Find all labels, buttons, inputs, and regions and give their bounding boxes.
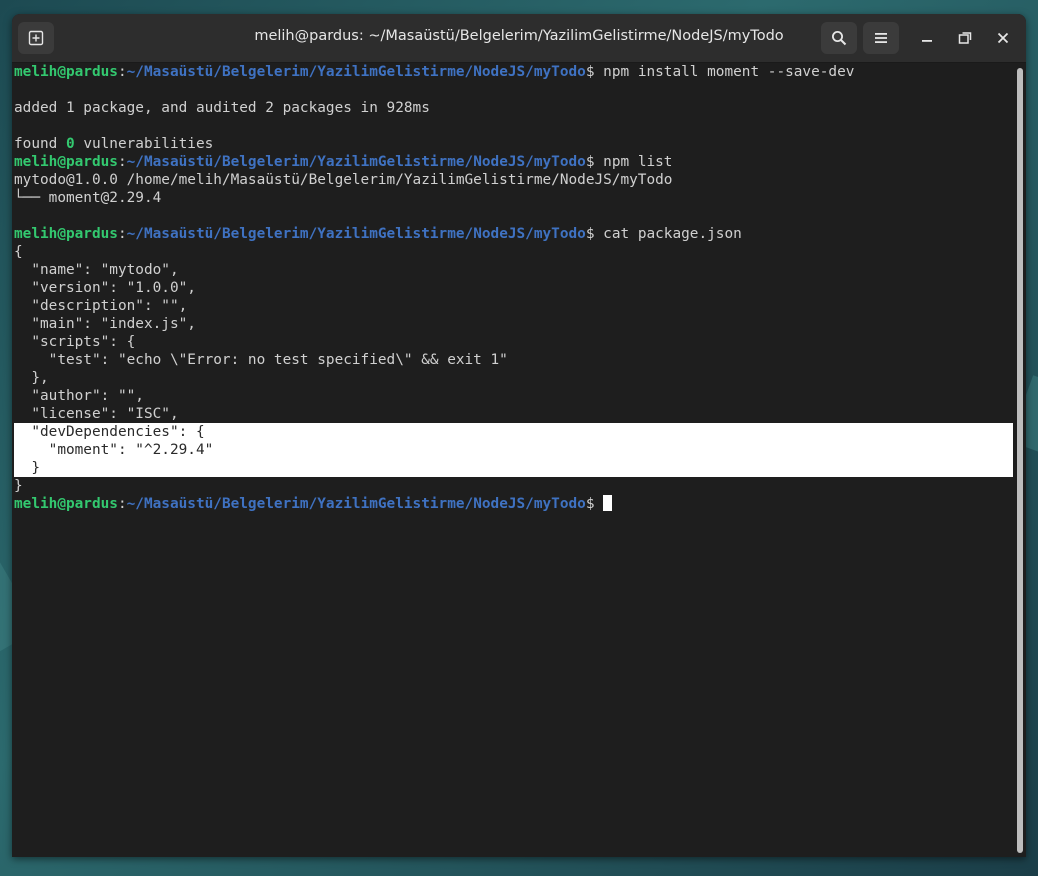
prompt-dollar: $ (585, 154, 595, 170)
prompt-path: ~/Masaüstü/Belgelerim/YazilimGelistirme/… (126, 64, 586, 80)
search-button[interactable] (821, 22, 857, 54)
output-line: added 1 package, and audited 2 packages … (14, 100, 430, 116)
prompt-dollar: $ (585, 496, 595, 512)
prompt-user: melih@pardus (14, 64, 118, 80)
prompt-line: melih@pardus:~/Masaüstü/Belgelerim/Yazil… (14, 63, 854, 81)
close-button[interactable] (987, 22, 1019, 54)
maximize-button[interactable] (949, 22, 981, 54)
new-tab-button[interactable] (18, 22, 54, 54)
search-icon (832, 31, 847, 46)
output-line: found 0 vulnerabilities (14, 135, 213, 153)
titlebar: melih@pardus: ~/Masaüstü/Belgelerim/Yazi… (12, 14, 1026, 63)
prompt-dollar: $ (585, 226, 595, 242)
prompt-user: melih@pardus (14, 496, 118, 512)
close-icon (997, 32, 1009, 44)
json-line-selected: "moment": "^2.29.4" (14, 442, 214, 458)
vulnerability-count: 0 (65, 136, 75, 152)
command-input[interactable] (595, 496, 604, 512)
command-text: npm install moment --save-dev (594, 64, 855, 80)
output-line: └── moment@2.29.4 (14, 190, 162, 206)
json-line: } (14, 478, 23, 494)
prompt-line: melih@pardus:~/Masaüstü/Belgelerim/Yazil… (14, 225, 742, 243)
terminal-window: melih@pardus: ~/Masaüstü/Belgelerim/Yazi… (12, 14, 1026, 857)
json-line: "description": "", (14, 298, 188, 314)
found-prefix: found (14, 136, 66, 152)
prompt-path: ~/Masaüstü/Belgelerim/YazilimGelistirme/… (126, 496, 586, 512)
output-line: mytodo@1.0.0 /home/melih/Masaüstü/Belgel… (14, 172, 673, 188)
prompt-separator: : (117, 64, 127, 80)
scrollbar[interactable] (1015, 64, 1025, 856)
minimize-button[interactable] (911, 22, 943, 54)
prompt-separator: : (117, 154, 127, 170)
json-line: "author": "", (14, 388, 144, 404)
json-line-selected: "devDependencies": { (14, 424, 205, 440)
command-text: npm list (594, 154, 673, 170)
menu-button[interactable] (863, 22, 899, 54)
json-line: "name": "mytodo", (14, 262, 179, 278)
json-line: "version": "1.0.0", (14, 280, 196, 296)
prompt-separator: : (117, 496, 127, 512)
prompt-path: ~/Masaüstü/Belgelerim/YazilimGelistirme/… (126, 154, 586, 170)
prompt-line: melih@pardus:~/Masaüstü/Belgelerim/Yazil… (14, 153, 672, 171)
json-line: "scripts": { (14, 334, 136, 350)
json-line: "test": "echo \"Error: no test specified… (14, 352, 508, 368)
minimize-icon (922, 40, 932, 42)
json-line: "license": "ISC", (14, 406, 179, 422)
prompt-line-active[interactable]: melih@pardus:~/Masaüstü/Belgelerim/Yazil… (14, 495, 613, 513)
json-line: { (14, 244, 23, 260)
json-line: "main": "index.js", (14, 316, 196, 332)
prompt-user: melih@pardus (14, 226, 118, 242)
prompt-user: melih@pardus (14, 154, 118, 170)
found-suffix: vulnerabilities (74, 136, 214, 152)
prompt-path: ~/Masaüstü/Belgelerim/YazilimGelistirme/… (126, 226, 586, 242)
text-cursor (603, 495, 613, 511)
json-line-selected: } (14, 460, 40, 476)
hamburger-menu-icon (875, 33, 887, 43)
terminal-output[interactable]: melih@pardus:~/Masaüstü/Belgelerim/Yazil… (12, 62, 1013, 857)
prompt-separator: : (117, 226, 127, 242)
scrollbar-thumb[interactable] (1017, 68, 1023, 853)
prompt-dollar: $ (585, 64, 595, 80)
json-line: }, (14, 370, 49, 386)
new-tab-icon (28, 30, 44, 46)
maximize-icon (958, 32, 972, 44)
command-text: cat package.json (594, 226, 742, 242)
